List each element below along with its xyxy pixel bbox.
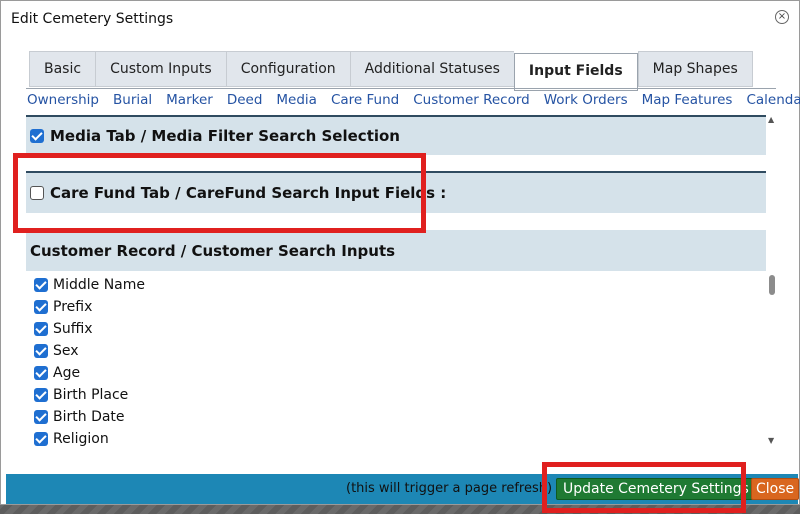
field-label: Suffix	[53, 321, 93, 337]
list-item[interactable]: Birth Date	[34, 406, 145, 428]
dialog-title: Edit Cemetery Settings	[11, 11, 174, 27]
media-section-checkbox[interactable]	[30, 129, 44, 143]
customer-field-list: Middle Name Prefix Suffix Sex Age Birth …	[34, 274, 145, 449]
subnav-link-ownership[interactable]: Ownership	[27, 92, 99, 108]
checkbox[interactable]	[34, 300, 48, 314]
section-rule	[26, 171, 766, 173]
list-item[interactable]: Sex	[34, 340, 145, 362]
scrollbar[interactable]: ▲ ▼	[766, 113, 778, 449]
subnav-link-work-orders[interactable]: Work Orders	[544, 92, 628, 108]
carefund-section-checkbox[interactable]	[30, 186, 44, 200]
subnav-link-marker[interactable]: Marker	[166, 92, 213, 108]
field-label: Birth Date	[53, 409, 125, 425]
subnav-link-customer-record[interactable]: Customer Record	[413, 92, 530, 108]
input-fields-subnav: Ownership Burial Marker Deed Media Care …	[27, 92, 800, 108]
field-label: Middle Name	[53, 277, 145, 293]
subnav-link-deed[interactable]: Deed	[227, 92, 263, 108]
media-section-label: Media Tab / Media Filter Search Selectio…	[30, 127, 400, 145]
tab-map-shapes[interactable]: Map Shapes	[637, 51, 753, 87]
dialog-footer: (this will trigger a page refresh) Updat…	[6, 474, 800, 504]
close-icon[interactable]: ×	[775, 10, 789, 24]
checkbox[interactable]	[34, 432, 48, 446]
subnav-link-calendar[interactable]: Calendar	[746, 92, 800, 108]
scrollbar-thumb[interactable]	[769, 275, 775, 295]
field-label: Age	[53, 365, 81, 381]
list-item[interactable]: Religion	[34, 428, 145, 449]
tab-custom-inputs[interactable]: Custom Inputs	[95, 51, 226, 87]
carefund-section-header: Care Fund Tab / CareFund Search Input Fi…	[26, 171, 766, 213]
input-fields-scroll-area[interactable]: Media Tab / Media Filter Search Selectio…	[26, 113, 766, 449]
settings-tabs: Basic Custom Inputs Configuration Additi…	[29, 51, 753, 91]
subnav-link-media[interactable]: Media	[276, 92, 317, 108]
field-label: Prefix	[53, 299, 93, 315]
close-button[interactable]: Close	[751, 478, 800, 500]
scroll-up-arrow-icon[interactable]: ▲	[768, 115, 774, 124]
field-label: Sex	[53, 343, 79, 359]
scroll-down-arrow-icon[interactable]: ▼	[768, 436, 774, 445]
dialog-titlebar: Edit Cemetery Settings ×	[1, 1, 799, 37]
list-item[interactable]: Suffix	[34, 318, 145, 340]
list-item[interactable]: Prefix	[34, 296, 145, 318]
tab-configuration[interactable]: Configuration	[225, 51, 350, 87]
edit-cemetery-settings-dialog: Edit Cemetery Settings × Basic Custom In…	[0, 0, 800, 505]
checkbox[interactable]	[34, 410, 48, 424]
list-item[interactable]: Middle Name	[34, 274, 145, 296]
tab-divider	[26, 88, 776, 89]
checkbox[interactable]	[34, 322, 48, 336]
list-item[interactable]: Age	[34, 362, 145, 384]
list-item[interactable]: Birth Place	[34, 384, 145, 406]
checkbox[interactable]	[34, 278, 48, 292]
media-section-text: Media Tab / Media Filter Search Selectio…	[50, 127, 400, 145]
tab-basic[interactable]: Basic	[29, 51, 96, 87]
update-cemetery-settings-button[interactable]: Update Cemetery Settings	[556, 478, 756, 500]
tab-additional-statuses[interactable]: Additional Statuses	[349, 51, 514, 87]
customer-section-header: Customer Record / Customer Search Inputs	[26, 230, 766, 271]
carefund-section-label: Care Fund Tab / CareFund Search Input Fi…	[30, 184, 446, 202]
subnav-link-map-features[interactable]: Map Features	[642, 92, 733, 108]
subnav-link-care-fund[interactable]: Care Fund	[331, 92, 399, 108]
field-label: Birth Place	[53, 387, 129, 403]
media-section-header: Media Tab / Media Filter Search Selectio…	[26, 115, 766, 155]
subnav-link-burial[interactable]: Burial	[113, 92, 152, 108]
field-label: Religion	[53, 431, 109, 447]
carefund-section-text: Care Fund Tab / CareFund Search Input Fi…	[50, 184, 447, 202]
tab-input-fields[interactable]: Input Fields	[513, 53, 638, 91]
checkbox[interactable]	[34, 344, 48, 358]
section-rule	[26, 115, 766, 117]
checkbox[interactable]	[34, 366, 48, 380]
checkbox[interactable]	[34, 388, 48, 402]
refresh-note: (this will trigger a page refresh)	[346, 481, 553, 496]
customer-section-title: Customer Record / Customer Search Inputs	[30, 242, 396, 260]
